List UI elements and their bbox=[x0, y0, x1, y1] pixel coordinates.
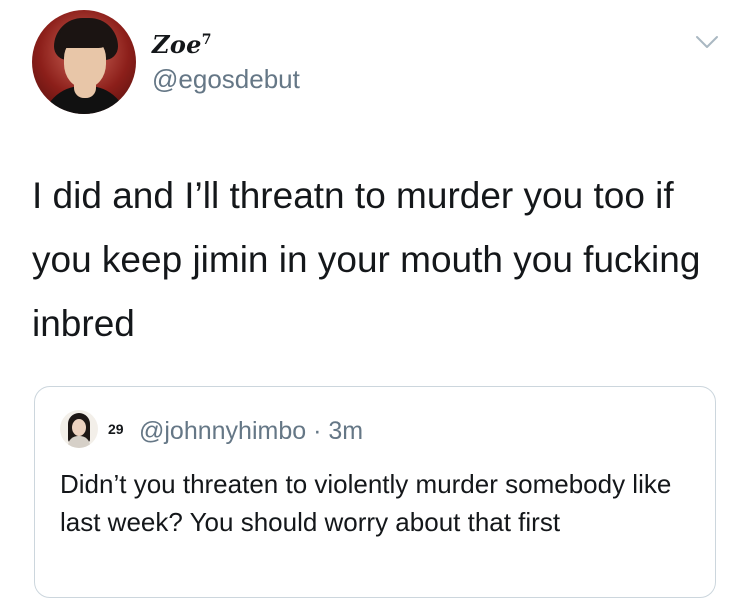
display-name[interactable]: Zoe7 bbox=[152, 30, 212, 59]
quoted-avatar[interactable] bbox=[60, 410, 98, 448]
avatar[interactable] bbox=[32, 10, 136, 114]
display-name-text: Zoe bbox=[152, 30, 202, 59]
tweet-text: I did and I’ll threatn to murder you too… bbox=[32, 175, 701, 344]
quoted-tweet-text: Didn’t you threaten to violently murder … bbox=[60, 469, 672, 537]
quoted-avatar-face bbox=[72, 419, 86, 436]
quoted-avatar-body bbox=[68, 436, 90, 448]
quoted-author-name[interactable]: 29 bbox=[108, 421, 124, 437]
chevron-down-icon[interactable] bbox=[695, 34, 719, 50]
avatar-bangs bbox=[60, 28, 112, 48]
display-name-superscript: 7 bbox=[201, 32, 212, 48]
user-handle[interactable]: @egosdebut bbox=[152, 64, 300, 95]
quoted-author-meta[interactable]: @johnnyhimbo · 3m bbox=[139, 417, 363, 446]
quoted-tweet[interactable]: 29 @johnnyhimbo · 3m Didn’t you threaten… bbox=[34, 386, 716, 598]
